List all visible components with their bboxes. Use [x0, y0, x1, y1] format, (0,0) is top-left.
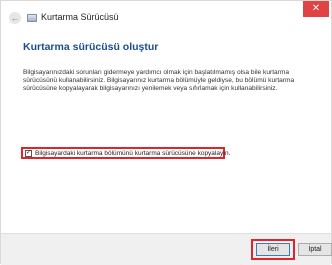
checkbox-label: Bilgisayardaki kurtarma bölümünü kurtarm… [35, 149, 231, 157]
window-title: Kurtarma Sürücüsü [41, 12, 119, 22]
drive-icon [27, 14, 37, 22]
next-button[interactable]: İleri [256, 243, 290, 256]
page-heading: Kurtarma sürücüsü oluştur [23, 41, 159, 53]
close-button[interactable]: ✕ [303, 1, 329, 17]
copy-recovery-partition-option[interactable]: ✓ Bilgisayardaki kurtarma bölümünü kurta… [21, 147, 230, 159]
copy-partition-checkbox[interactable]: ✓ [25, 149, 32, 157]
main-content: Kurtarma sürücüsü oluştur Bilgisayarınız… [23, 41, 313, 92]
description-text: Bilgisayarınızdaki sorunları gidermeye y… [23, 69, 295, 92]
title-bar: ← Kurtarma Sürücüsü ✕ [1, 1, 331, 31]
back-arrow-icon[interactable]: ← [9, 12, 21, 24]
recovery-drive-window: ← Kurtarma Sürücüsü ✕ Kurtarma sürücüsü … [0, 0, 332, 265]
cancel-button[interactable]: İptal [298, 243, 332, 256]
close-icon: ✕ [311, 3, 321, 14]
